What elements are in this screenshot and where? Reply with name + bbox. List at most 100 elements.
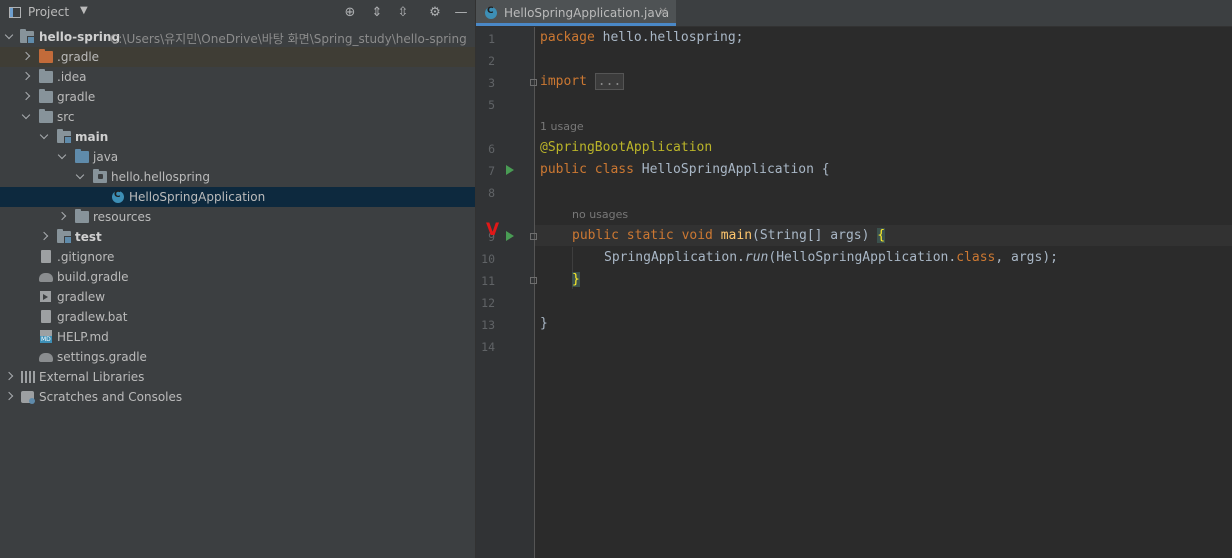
chevron-right-icon[interactable] xyxy=(39,232,48,241)
tree-item-label: HELP.md xyxy=(57,330,109,344)
chevron-down-icon[interactable] xyxy=(57,152,66,161)
tree-item-label: src xyxy=(57,110,75,124)
close-icon[interactable]: × xyxy=(658,4,668,18)
tree-item-label: External Libraries xyxy=(39,370,145,384)
tree-item-scratches[interactable]: Scratches and Consoles xyxy=(0,387,475,407)
keyword: public static void xyxy=(572,228,713,243)
code-line-10[interactable]: SpringApplication.run(HelloSpringApplica… xyxy=(604,250,1058,265)
fold-icon[interactable] xyxy=(530,233,537,240)
tree-item-idea[interactable]: .idea xyxy=(0,67,475,87)
tree-item-settings-gradle[interactable]: settings.gradle xyxy=(0,347,475,367)
tree-item-external-libraries[interactable]: External Libraries xyxy=(0,367,475,387)
chevron-right-icon[interactable] xyxy=(21,72,30,81)
shell-script-icon xyxy=(40,291,51,302)
tree-item-label: resources xyxy=(93,210,152,224)
line-number: 1 xyxy=(488,32,495,46)
tree-item-label: gradlew xyxy=(57,290,106,304)
expand-all-icon[interactable]: ⇕ xyxy=(368,4,386,22)
code-line-3[interactable]: import ... xyxy=(540,73,625,90)
static-method: run xyxy=(744,250,769,265)
chevron-down-icon[interactable] xyxy=(21,112,30,121)
folder-icon xyxy=(39,109,53,123)
tree-item-main[interactable]: main xyxy=(0,127,475,147)
tree-item-build-gradle[interactable]: build.gradle xyxy=(0,267,475,287)
tree-item-label: hello-spring xyxy=(39,30,121,44)
usage-hint[interactable]: no usages xyxy=(572,208,628,221)
method-name: main xyxy=(720,228,753,243)
keyword: import xyxy=(540,74,587,89)
folder-icon xyxy=(39,69,53,83)
tree-item-label: build.gradle xyxy=(57,270,129,284)
editor-tab-label: HelloSpringApplication.java xyxy=(504,6,670,20)
locate-icon[interactable]: ⊕ xyxy=(341,4,359,22)
tree-item-gradle-dir[interactable]: .gradle xyxy=(0,47,475,67)
code-line-9[interactable]: public static void main(String[] args) { xyxy=(572,228,886,243)
chevron-right-icon[interactable] xyxy=(4,372,13,381)
collapse-all-icon[interactable]: ⇳ xyxy=(394,4,412,22)
tree-item-gradle[interactable]: gradle xyxy=(0,87,475,107)
tree-item-label: gradlew.bat xyxy=(57,310,128,324)
tree-item-label: .idea xyxy=(57,70,87,84)
folder-icon xyxy=(39,49,53,63)
line-number: 13 xyxy=(481,318,495,332)
tree-item-hello-spring[interactable]: hello-spring C:\Users\유지민\OneDrive\바탕 화면… xyxy=(0,27,475,47)
tree-item-hellospringapplication[interactable]: HelloSpringApplication xyxy=(0,187,475,207)
project-path: C:\Users\유지민\OneDrive\바탕 화면\Spring_study… xyxy=(110,32,467,46)
tree-item-gradlew-bat[interactable]: gradlew.bat xyxy=(0,307,475,327)
gradle-icon xyxy=(39,353,53,362)
chevron-right-icon[interactable] xyxy=(57,212,66,221)
chevron-down-icon[interactable]: ▼ xyxy=(80,5,88,16)
code-line-6[interactable]: @SpringBootApplication xyxy=(540,140,712,155)
code-text: (HelloSpringApplication. xyxy=(768,250,957,265)
line-number: 2 xyxy=(488,54,495,68)
project-panel: Project ▼ ⊕ ⇕ ⇳ ⚙ — hello-spring C:\User… xyxy=(0,0,475,558)
library-icon xyxy=(21,371,35,383)
module-folder-icon xyxy=(57,129,72,144)
chevron-down-icon[interactable] xyxy=(75,172,84,181)
matched-brace: { xyxy=(877,228,886,243)
collapsed-imports[interactable]: ... xyxy=(594,73,625,90)
tree-item-label: java xyxy=(93,150,119,164)
editor-tab-hellospringapplication[interactable]: HelloSpringApplication.java × xyxy=(476,0,676,26)
tree-item-java[interactable]: java xyxy=(0,147,475,167)
line-number: 5 xyxy=(488,98,495,112)
run-gutter-icon[interactable] xyxy=(506,165,514,175)
tree-item-test[interactable]: test xyxy=(0,227,475,247)
line-number: 3 xyxy=(488,76,495,90)
run-gutter-icon[interactable] xyxy=(506,231,514,241)
file-icon xyxy=(41,310,51,323)
code-line-1[interactable]: package hello.hellospring; xyxy=(540,30,744,45)
chevron-right-icon[interactable] xyxy=(21,92,30,101)
tree-item-src[interactable]: src xyxy=(0,107,475,127)
code-line-7[interactable]: public class HelloSpringApplication { xyxy=(540,162,830,177)
gear-icon[interactable]: ⚙ xyxy=(426,4,444,22)
fold-icon[interactable] xyxy=(530,79,537,86)
chevron-right-icon[interactable] xyxy=(4,392,13,401)
chevron-down-icon[interactable] xyxy=(4,32,13,41)
tree-item-label: hello.hellospring xyxy=(111,170,210,184)
chevron-right-icon[interactable] xyxy=(21,52,30,61)
tree-item-help-md[interactable]: HELP.md xyxy=(0,327,475,347)
tree-item-package[interactable]: hello.hellospring xyxy=(0,167,475,187)
code-line-13[interactable]: } xyxy=(540,316,548,331)
fold-icon[interactable] xyxy=(530,277,537,284)
tree-item-gradlew[interactable]: gradlew xyxy=(0,287,475,307)
resources-folder-icon xyxy=(75,209,89,223)
project-view-title[interactable]: Project xyxy=(28,5,69,19)
tree-item-gitignore[interactable]: .gitignore xyxy=(0,247,475,267)
tree-item-resources[interactable]: resources xyxy=(0,207,475,227)
line-number: 12 xyxy=(481,296,495,310)
code-text: HelloSpringApplication { xyxy=(633,162,830,177)
package-icon xyxy=(93,169,107,183)
tree-item-label: test xyxy=(75,230,102,244)
code-line-11[interactable]: } xyxy=(572,272,580,287)
chevron-down-icon[interactable] xyxy=(39,132,48,141)
hide-panel-icon[interactable]: — xyxy=(452,4,470,22)
line-number: 11 xyxy=(481,274,495,288)
code-text: } xyxy=(540,316,548,331)
folder-icon xyxy=(39,89,53,103)
tree-item-label: main xyxy=(75,130,109,144)
usage-hint[interactable]: 1 usage xyxy=(540,120,584,133)
code-text: SpringApplication. xyxy=(604,250,745,265)
gutter-separator xyxy=(534,27,535,558)
